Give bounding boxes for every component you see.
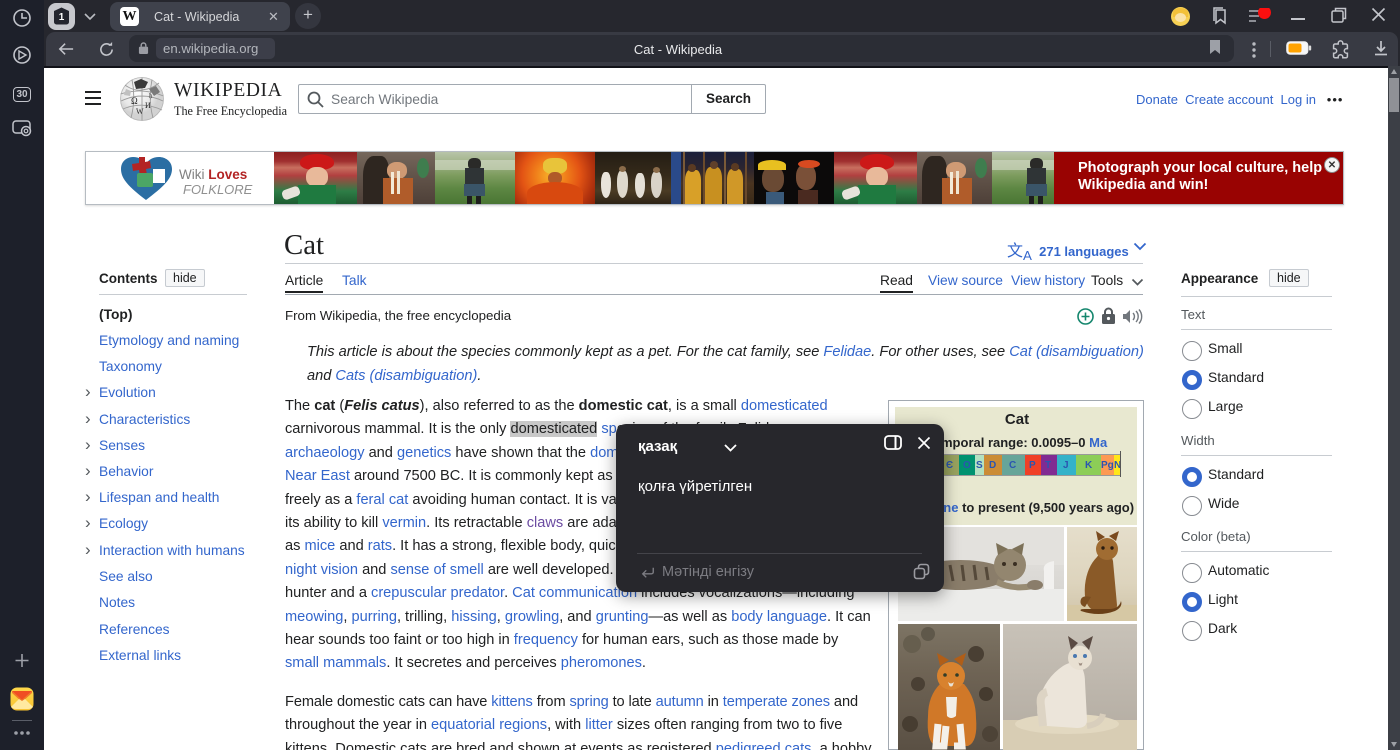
svg-text:1: 1 [59,12,65,23]
svg-text:W: W [136,107,144,116]
svg-text:И: И [145,101,151,110]
svg-text:Ω: Ω [131,96,138,106]
svg-text:ḥ: ḥ [149,92,153,100]
